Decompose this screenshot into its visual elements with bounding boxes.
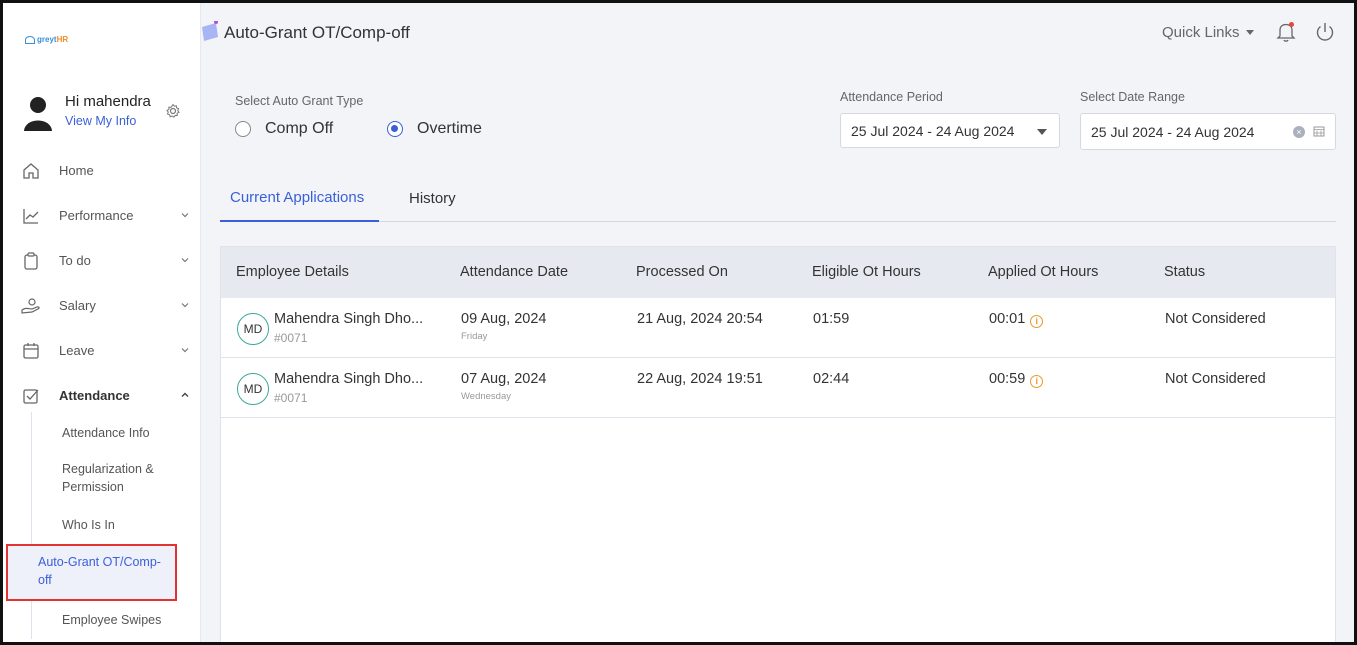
employee-name: Mahendra Singh Dho... [274,311,424,327]
status-text: Not Considered [1165,311,1266,327]
avatar: MD [237,313,269,345]
radio-overtime-label: Overtime [417,120,482,137]
radio-comp-off[interactable]: Comp Off [235,120,333,138]
nav-label-performance: Performance [59,208,134,223]
power-icon[interactable] [1314,21,1336,43]
nav-label-attendance: Attendance [59,388,130,403]
applied-ot-hours: 00:59 [989,371,1026,387]
salary-icon [21,296,41,316]
radio-overtime-circle[interactable] [387,121,403,137]
attendance-period-value: 25 Jul 2024 - 24 Aug 2024 [851,122,1015,139]
chevron-up-icon [181,392,189,397]
grant-type-label: Select Auto Grant Type [235,94,364,108]
bell-icon[interactable] [1276,21,1296,43]
view-my-info-link[interactable]: View My Info [65,114,136,128]
table-row[interactable]: MD Mahendra Singh Dho... #0071 07 Aug, 2… [221,358,1335,418]
date-range-value: 25 Jul 2024 - 24 Aug 2024 [1091,123,1255,140]
calendar-icon [21,341,41,361]
col-processed-on: Processed On [636,264,728,280]
applications-table: Employee Details Attendance Date Process… [220,246,1336,645]
eligible-ot-hours: 01:59 [813,311,850,327]
nav-item-performance[interactable]: Performance [3,193,201,238]
tab-history[interactable]: History [409,175,456,222]
active-indicator [0,377,3,399]
quick-links-label: Quick Links [1162,24,1240,41]
page-header: Auto-Grant OT/Comp-off Quick Links [202,3,1354,65]
subnav-regularization[interactable]: Regularization & Permission [32,450,162,506]
avatar: MD [237,373,269,405]
page-title: Auto-Grant OT/Comp-off [224,23,410,42]
col-eligible-ot: Eligible Ot Hours [812,264,921,280]
attendance-subnav: Attendance Info Regularization & Permiss… [6,412,201,639]
employee-id: #0071 [274,331,308,345]
applied-ot-cell: 00:01 i [989,311,1044,328]
sidebar: greytHR Hi mahendra View My Info Home Pe… [0,3,201,642]
employee-name: Mahendra Singh Dho... [274,371,424,387]
chart-icon [21,206,41,226]
attendance-day: Wednesday [461,391,511,402]
clear-icon[interactable]: × [1293,126,1305,138]
nav-item-todo[interactable]: To do [3,238,201,283]
col-employee-details: Employee Details [236,264,349,280]
chevron-down-icon [181,303,189,308]
gear-icon[interactable] [165,103,181,119]
attendance-period-label: Attendance Period [840,90,943,104]
quick-links-dropdown[interactable]: Quick Links [1162,24,1254,41]
radio-overtime[interactable]: Overtime [387,120,482,138]
calendar-icon[interactable] [1313,125,1325,137]
date-range-label: Select Date Range [1080,90,1185,104]
nav-label-salary: Salary [59,298,96,313]
chevron-down-icon [181,213,189,218]
status-text: Not Considered [1165,371,1266,387]
nav-item-leave[interactable]: Leave [3,328,201,373]
nav-item-salary[interactable]: Salary [3,283,201,328]
subnav-attendance-info[interactable]: Attendance Info [32,412,201,450]
info-icon[interactable]: i [1030,315,1044,328]
date-range-input[interactable]: 25 Jul 2024 - 24 Aug 2024 × [1080,113,1336,150]
logo-text-a: greyt [37,35,57,44]
eligible-ot-hours: 02:44 [813,371,850,387]
caret-down-icon [1037,129,1047,135]
subnav-employee-swipes[interactable]: Employee Swipes [32,601,201,639]
col-applied-ot: Applied Ot Hours [988,264,1099,280]
chevron-down-icon [181,348,189,353]
employee-id: #0071 [274,391,308,405]
subnav-who-is-in[interactable]: Who Is In [32,506,201,544]
tab-bar: Current Applications History [220,175,1336,222]
radio-comp-off-label: Comp Off [265,120,334,137]
attendance-day: Friday [461,331,488,342]
tab-current-applications[interactable]: Current Applications [220,175,379,222]
checkbox-icon [21,386,41,406]
logo-mark-icon [25,35,35,44]
nav-label-home: Home [59,163,94,178]
col-status: Status [1164,264,1206,280]
main-nav: Home Performance To do Salary Leave Atte… [3,148,201,418]
nav-item-home[interactable]: Home [3,148,201,193]
decor-shape-icon [202,21,218,41]
attendance-date: 07 Aug, 2024 [461,371,547,387]
greythr-logo[interactable]: greytHR [25,35,68,44]
processed-on: 22 Aug, 2024 19:51 [637,371,763,387]
caret-down-icon [1245,30,1254,35]
nav-label-todo: To do [59,253,91,268]
attendance-period-select[interactable]: 25 Jul 2024 - 24 Aug 2024 [840,113,1060,148]
table-row[interactable]: MD Mahendra Singh Dho... #0071 09 Aug, 2… [221,298,1335,358]
user-greeting: Hi mahendra [65,93,151,110]
radio-comp-off-circle[interactable] [235,121,251,137]
col-attendance-date: Attendance Date [460,264,569,280]
home-icon [21,161,41,181]
info-icon[interactable]: i [1030,375,1044,388]
chevron-down-icon [181,258,189,263]
processed-on: 21 Aug, 2024 20:54 [637,311,763,327]
table-header: Employee Details Attendance Date Process… [221,247,1335,298]
nav-label-leave: Leave [59,343,95,358]
avatar [24,97,52,131]
applied-ot-cell: 00:59 i [989,371,1044,388]
subnav-auto-grant[interactable]: Auto-Grant OT/Comp-off [6,544,177,601]
attendance-date: 09 Aug, 2024 [461,311,547,327]
logo-text-b: HR [56,35,69,44]
applied-ot-hours: 00:01 [989,311,1026,327]
clipboard-icon [21,251,41,271]
user-profile: Hi mahendra View My Info [23,93,193,133]
